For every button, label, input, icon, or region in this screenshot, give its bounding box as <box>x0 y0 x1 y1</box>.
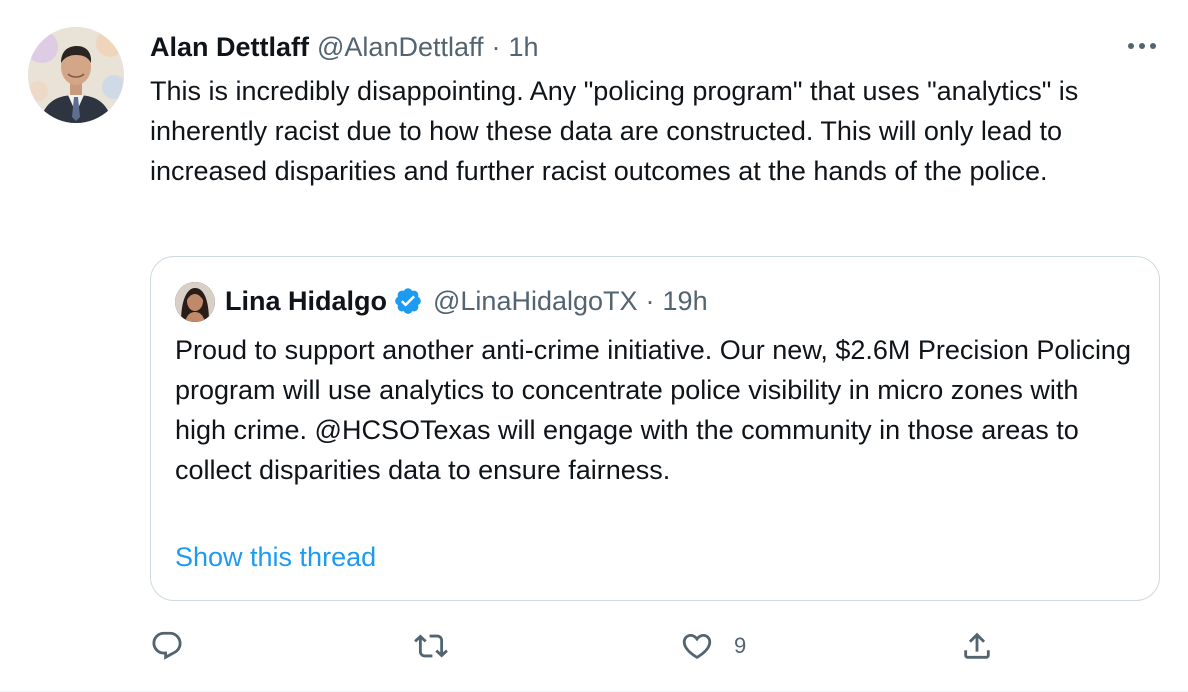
reply-icon <box>152 631 182 660</box>
retweet-button[interactable] <box>414 626 468 666</box>
quoted-tweet-timestamp[interactable]: 19h <box>663 286 708 317</box>
quoted-author-avatar[interactable] <box>175 282 215 322</box>
quoted-author-name[interactable]: Lina Hidalgo <box>225 286 387 317</box>
share-icon <box>964 632 990 659</box>
tweet-text: This is incredibly disappointing. Any "p… <box>150 76 1079 186</box>
heart-icon <box>682 633 712 659</box>
author-avatar[interactable] <box>28 27 124 123</box>
quoted-tweet-header: Lina Hidalgo @LinaHidalgoTX · 19h <box>225 283 708 319</box>
like-button[interactable]: 9 <box>680 626 746 666</box>
show-thread-link[interactable]: Show this thread <box>175 539 376 575</box>
more-options-button[interactable] <box>1124 34 1160 58</box>
author-handle[interactable]: @AlanDettlaff <box>317 30 484 64</box>
header-separator: · <box>491 32 501 62</box>
quoted-author-avatar-image <box>175 282 215 322</box>
author-avatar-image <box>28 27 124 123</box>
tweet-actions: 9 <box>150 626 1160 666</box>
more-icon <box>1128 43 1156 49</box>
verified-badge-icon <box>393 286 423 316</box>
tweet-timestamp[interactable]: 1h <box>509 30 539 64</box>
reply-button[interactable] <box>150 626 204 666</box>
tweet-header: Alan Dettlaff @AlanDettlaff · 1h <box>150 30 539 64</box>
quoted-header-separator: · <box>645 285 655 316</box>
share-button[interactable] <box>960 626 1014 666</box>
quoted-tweet[interactable]: Lina Hidalgo @LinaHidalgoTX · 19h Proud … <box>150 256 1160 601</box>
author-name[interactable]: Alan Dettlaff <box>150 30 309 64</box>
quoted-author-handle[interactable]: @LinaHidalgoTX <box>433 286 638 317</box>
tweet[interactable]: Alan Dettlaff @AlanDettlaff · 1h This is… <box>0 0 1188 692</box>
retweet-icon <box>414 634 448 658</box>
like-count: 9 <box>734 633 747 658</box>
quoted-tweet-text: Proud to support another anti-crime init… <box>175 335 1131 485</box>
